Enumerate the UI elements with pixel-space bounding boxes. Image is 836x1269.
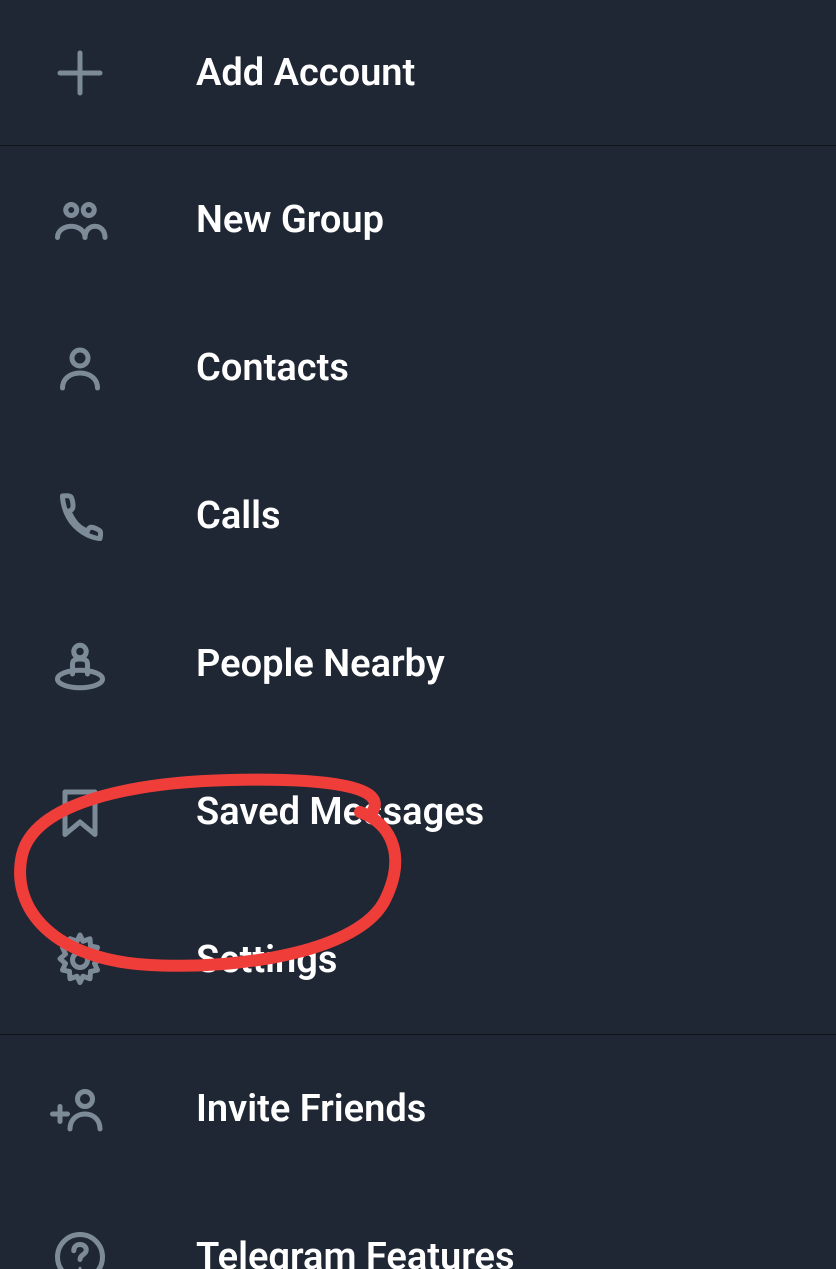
plus-icon [50,43,196,103]
calls-label: Calls [196,494,281,538]
contacts-item[interactable]: Contacts [0,294,836,442]
help-icon [50,1227,196,1269]
people-nearby-icon [50,634,196,694]
new-group-label: New Group [196,198,384,242]
gear-icon [50,930,196,990]
add-account-item[interactable]: Add Account [0,0,836,145]
invite-friends-item[interactable]: Invite Friends [0,1035,836,1183]
people-nearby-label: People Nearby [196,642,445,686]
people-nearby-item[interactable]: People Nearby [0,590,836,738]
settings-label: Settings [196,938,337,982]
main-section: New Group Contacts Calls [0,146,836,1034]
footer-section: Invite Friends Telegram Features [0,1035,836,1269]
saved-messages-item[interactable]: Saved Messages [0,738,836,886]
person-icon [50,338,196,398]
invite-friends-label: Invite Friends [196,1087,426,1131]
bookmark-icon [50,782,196,842]
add-account-label: Add Account [196,51,415,95]
calls-item[interactable]: Calls [0,442,836,590]
invite-icon [50,1079,196,1139]
new-group-item[interactable]: New Group [0,146,836,294]
telegram-features-label: Telegram Features [196,1235,515,1269]
settings-item[interactable]: Settings [0,886,836,1034]
phone-icon [50,486,196,546]
telegram-features-item[interactable]: Telegram Features [0,1183,836,1269]
saved-messages-label: Saved Messages [196,790,484,834]
drawer-menu: Add Account New Group [0,0,836,1269]
account-section: Add Account [0,0,836,145]
contacts-label: Contacts [196,346,349,390]
group-icon [50,190,196,250]
